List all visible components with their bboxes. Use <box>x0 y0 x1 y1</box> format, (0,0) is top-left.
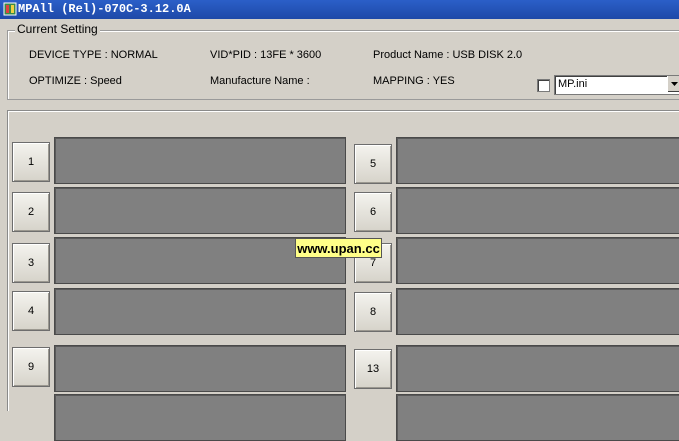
port-button-4[interactable]: 4 <box>12 291 50 331</box>
port-button-3[interactable]: 3 <box>12 243 50 283</box>
port-button-9[interactable]: 9 <box>12 347 50 387</box>
app-icon <box>3 2 17 16</box>
port-status-bar-2 <box>54 187 346 234</box>
port-button-2[interactable]: 2 <box>12 192 50 232</box>
port-button-1[interactable]: 1 <box>12 142 50 182</box>
current-setting-legend: Current Setting <box>15 22 100 36</box>
ini-select[interactable]: MP.ini <box>554 75 679 95</box>
port-status-bar-13 <box>396 345 679 392</box>
port-status-bar-4 <box>54 288 346 335</box>
port-status-bar-6 <box>396 187 679 234</box>
port-status-bar-8 <box>396 288 679 335</box>
window-title: MPAll (Rel)-070C-3.12.0A <box>18 2 191 16</box>
port-button-8[interactable]: 8 <box>354 292 392 332</box>
port-button-13[interactable]: 13 <box>354 349 392 389</box>
port-status-bar-next-left <box>54 394 346 441</box>
ini-select-value: MP.ini <box>558 78 588 90</box>
port-status-bar-5 <box>396 137 679 184</box>
mapping-label: MAPPING : YES <box>373 75 455 87</box>
vid-pid-label: VID*PID : 13FE * 3600 <box>210 49 322 61</box>
manufacture-name-label: Manufacture Name : <box>210 75 310 87</box>
watermark: www.upan.cc <box>295 238 382 258</box>
ini-checkbox[interactable] <box>537 79 550 92</box>
port-status-bar-next-right <box>396 394 679 441</box>
port-button-6[interactable]: 6 <box>354 192 392 232</box>
device-type-label: DEVICE TYPE : NORMAL <box>29 49 158 61</box>
port-status-bar-9 <box>54 345 346 392</box>
port-button-5[interactable]: 5 <box>354 144 392 184</box>
chevron-down-icon <box>671 82 678 86</box>
optimize-label: OPTIMIZE : Speed <box>29 75 122 87</box>
product-name-label: Product Name : USB DISK 2.0 <box>373 49 523 61</box>
port-status-bar-7 <box>396 237 679 284</box>
dropdown-button[interactable] <box>667 76 679 92</box>
title-bar: MPAll (Rel)-070C-3.12.0A <box>0 0 679 19</box>
port-status-bar-1 <box>54 137 346 184</box>
